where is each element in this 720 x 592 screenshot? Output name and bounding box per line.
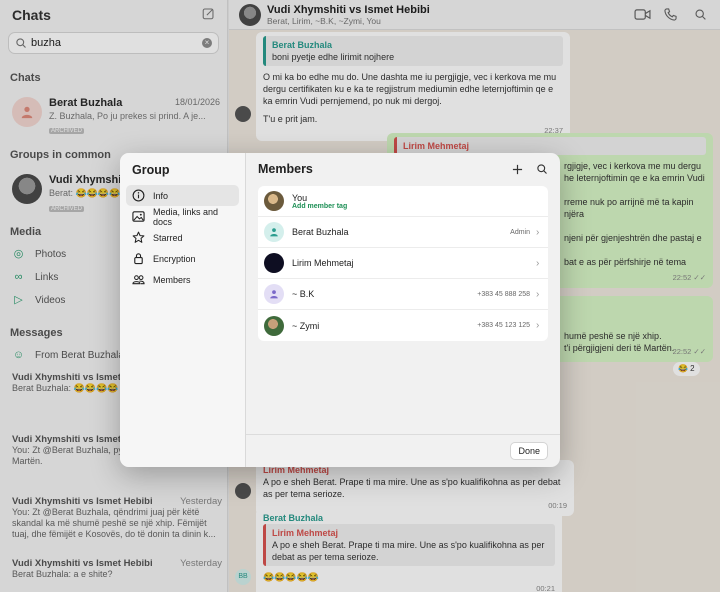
avatar (264, 222, 284, 242)
add-member-tag-link[interactable]: Add member tag (292, 203, 542, 210)
search-icon[interactable] (536, 163, 548, 175)
modal-main: Members You Add member tag Berat Buzhala… (246, 153, 560, 467)
nav-item-label: Members (153, 274, 191, 285)
done-button[interactable]: Done (510, 442, 548, 460)
image-icon (132, 210, 145, 223)
avatar (264, 315, 284, 336)
nav-item-starred[interactable]: Starred (126, 227, 239, 248)
member-name: Berat Buzhala (292, 227, 349, 237)
chevron-right-icon: › (536, 257, 540, 269)
member-name: Lirim Mehmetaj (292, 258, 354, 268)
members-title: Members (258, 162, 313, 176)
group-info-modal: Group Info Media, links and docs Starred… (120, 153, 560, 467)
nav-item-label: Media, links and docs (153, 206, 219, 227)
nav-item-label: Starred (153, 232, 183, 243)
member-row[interactable]: Lirim Mehmetaj › (258, 248, 548, 279)
member-name: ~ Zymi (292, 320, 320, 331)
modal-nav-title: Group (132, 163, 170, 177)
member-row-you[interactable]: You Add member tag (258, 186, 548, 217)
member-phone: +383 45 123 125 (477, 322, 530, 329)
member-row[interactable]: Berat Buzhala Admin › (258, 217, 548, 248)
nav-item-media[interactable]: Media, links and docs (126, 206, 239, 227)
star-icon (132, 231, 145, 244)
info-icon (132, 189, 145, 202)
member-row[interactable]: ~ B.K +383 45 888 258 › (258, 279, 548, 310)
person-icon (270, 290, 278, 299)
person-icon (270, 228, 278, 237)
add-member-icon[interactable] (511, 163, 523, 175)
nav-item-members[interactable]: Members (126, 269, 239, 290)
nav-item-label: Encryption (153, 253, 196, 264)
chevron-right-icon: › (536, 320, 540, 331)
chevron-right-icon: › (536, 288, 540, 300)
member-phone: +383 45 888 258 (477, 290, 530, 298)
modal-footer: Done (246, 434, 560, 467)
nav-item-encryption[interactable]: Encryption (126, 248, 239, 269)
members-header: Members (246, 153, 560, 185)
avatar (264, 191, 284, 211)
avatar (264, 253, 284, 273)
admin-badge: Admin (510, 228, 530, 236)
avatar (264, 284, 284, 304)
nav-item-info[interactable]: Info (126, 185, 239, 206)
member-name: You (292, 192, 308, 203)
modal-nav: Group Info Media, links and docs Starred… (120, 153, 246, 467)
people-icon (132, 273, 145, 286)
member-name: ~ B.K (292, 289, 315, 299)
members-list: You Add member tag Berat Buzhala Admin ›… (258, 186, 548, 341)
member-row[interactable]: ~ Zymi +383 45 123 125 › (258, 310, 548, 341)
nav-item-label: Info (153, 190, 169, 201)
lock-icon (132, 252, 145, 265)
chevron-right-icon: › (536, 226, 540, 238)
